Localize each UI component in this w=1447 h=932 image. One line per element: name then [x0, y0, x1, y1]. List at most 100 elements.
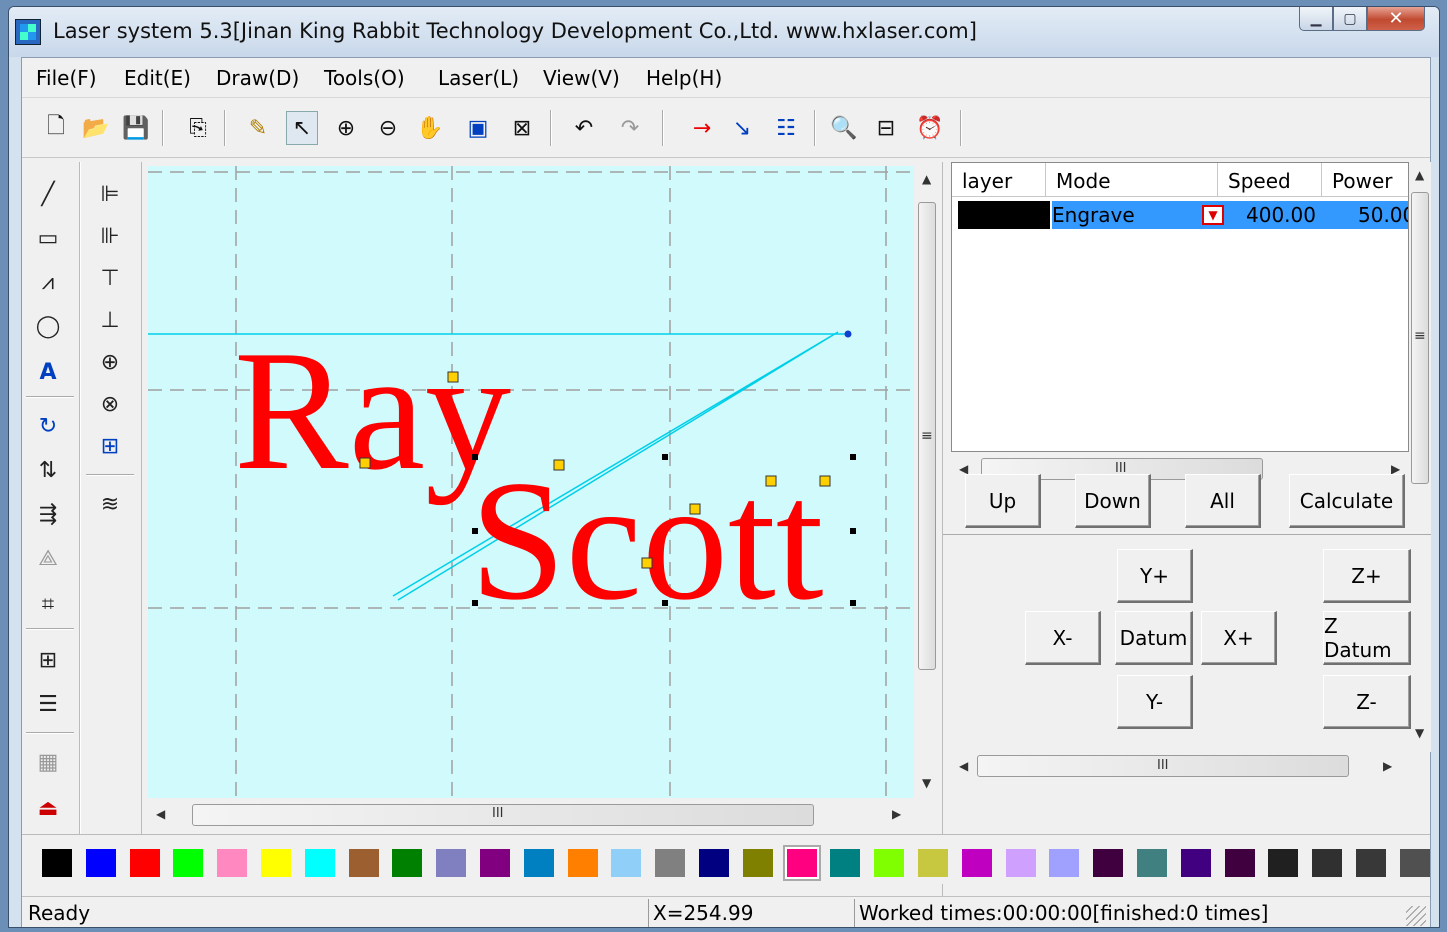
palette-color-swatch[interactable] — [129, 849, 160, 877]
layer-all-button[interactable]: All — [1185, 474, 1261, 528]
palette-color-swatch[interactable] — [961, 849, 992, 877]
rectangle-tool-icon[interactable]: ▭ — [30, 220, 66, 256]
palette-color-swatch[interactable] — [1005, 849, 1036, 877]
palette-color-swatch[interactable] — [348, 849, 379, 877]
palette-color-swatch[interactable] — [742, 849, 773, 877]
palette-color-swatch[interactable] — [874, 849, 905, 877]
rotate-tool-icon[interactable]: ↻ — [30, 408, 66, 444]
col-mode[interactable]: Mode — [1046, 163, 1218, 197]
center-vertical-icon[interactable]: ⊕ — [92, 344, 128, 380]
canvas-vertical-scrollbar[interactable]: ▲ ≡ ▼ — [916, 166, 938, 798]
z-minus-button[interactable]: Z- — [1323, 675, 1411, 729]
maximize-button[interactable]: ▢ — [1333, 7, 1367, 31]
cut-path-icon[interactable]: → — [686, 111, 718, 145]
menu-laser[interactable]: Laser(L) — [438, 66, 519, 90]
palette-color-swatch[interactable] — [699, 849, 729, 877]
redo-icon[interactable]: ↷ — [614, 111, 646, 145]
col-power[interactable]: Power — [1322, 163, 1408, 197]
y-plus-button[interactable]: Y+ — [1117, 549, 1193, 603]
pan-hand-icon[interactable]: ✋ — [414, 111, 446, 145]
palette-color-swatch[interactable] — [392, 849, 423, 877]
palette-color-swatch[interactable] — [480, 849, 510, 877]
palette-color-swatch[interactable] — [436, 849, 467, 877]
stamp-tool-icon[interactable]: ⏏ — [30, 790, 66, 826]
ellipse-tool-icon[interactable]: ◯ — [30, 308, 66, 344]
minimize-button[interactable]: ▁ — [1299, 7, 1333, 31]
text-align-icon[interactable]: ☰ — [30, 686, 66, 722]
palette-color-swatch[interactable] — [42, 849, 72, 877]
layer-row[interactable]: Engrave ▼ 400.00 50.00 — [952, 199, 1408, 229]
list-icon[interactable]: ☷ — [770, 111, 802, 145]
menu-edit[interactable]: Edit(E) — [124, 66, 191, 90]
align-right-icon[interactable]: ⊪ — [92, 218, 128, 254]
measure-icon[interactable]: ⊟ — [870, 111, 902, 145]
menu-tools[interactable]: Tools(O) — [324, 66, 405, 90]
calculate-button[interactable]: Calculate — [1289, 474, 1405, 528]
canvas-text-scott[interactable]: Scott — [470, 446, 824, 636]
z-plus-button[interactable]: Z+ — [1323, 549, 1411, 603]
palette-color-swatch[interactable] — [1093, 849, 1124, 877]
line-tool-icon[interactable]: ╱ — [30, 176, 66, 212]
axis-horizontal-scrollbar[interactable]: ◀ III ▶ — [953, 751, 1403, 781]
center-horizontal-icon[interactable]: ⊗ — [92, 386, 128, 422]
timer-icon[interactable]: ⏰ — [914, 111, 946, 145]
col-layer[interactable]: layer — [952, 163, 1046, 197]
center-both-icon[interactable]: ⊞ — [92, 428, 128, 464]
hatch-tool-icon[interactable]: ▦ — [30, 744, 66, 780]
select-arrow-icon[interactable]: ↖ — [286, 111, 318, 145]
palette-color-swatch[interactable] — [655, 849, 686, 877]
palette-color-swatch[interactable] — [523, 849, 554, 877]
palette-color-swatch[interactable] — [918, 849, 948, 877]
palette-color-swatch[interactable] — [173, 849, 204, 877]
palette-color-swatch[interactable] — [1356, 849, 1386, 877]
preview-icon[interactable]: 🔍 — [828, 111, 860, 145]
palette-color-swatch[interactable] — [304, 849, 335, 877]
palette-color-swatch[interactable] — [1137, 849, 1167, 877]
undo-icon[interactable]: ↶ — [568, 111, 600, 145]
palette-color-swatch[interactable] — [85, 849, 116, 877]
z-datum-button[interactable]: Z Datum — [1323, 611, 1411, 665]
layer-color-swatch[interactable] — [958, 201, 1050, 229]
layer-down-button[interactable]: Down — [1075, 474, 1151, 528]
open-folder-icon[interactable]: 📂 — [80, 111, 112, 145]
layer-up-button[interactable]: Up — [965, 474, 1041, 528]
polyline-tool-icon[interactable]: ⩘ — [30, 264, 66, 300]
import-icon[interactable]: ⎘ — [182, 111, 214, 145]
y-minus-button[interactable]: Y- — [1117, 675, 1193, 729]
menu-help[interactable]: Help(H) — [646, 66, 722, 90]
palette-color-swatch[interactable] — [1268, 849, 1299, 877]
align-left-icon[interactable]: ⊫ — [92, 176, 128, 212]
new-file-icon[interactable]: 🗋 — [40, 111, 72, 145]
save-icon[interactable]: 💾 — [120, 111, 152, 145]
canvas-horizontal-scrollbar[interactable]: ◀ III ▶ — [148, 800, 914, 828]
palette-color-swatch[interactable] — [611, 849, 642, 877]
x-plus-button[interactable]: X+ — [1201, 611, 1277, 665]
mode-dropdown-icon[interactable]: ▼ — [1202, 205, 1224, 225]
palette-color-swatch[interactable] — [830, 849, 861, 877]
layer-mode-cell[interactable]: Engrave ▼ 400.00 50.00 — [1052, 201, 1408, 229]
zoom-in-icon[interactable]: ⊕ — [330, 111, 362, 145]
palette-color-swatch[interactable] — [1049, 849, 1080, 877]
align-bottom-icon[interactable]: ⊥ — [92, 302, 128, 338]
fit-view-icon[interactable]: ⊠ — [506, 111, 538, 145]
align-tool-icon[interactable]: ⇶ — [30, 496, 66, 532]
x-minus-button[interactable]: X- — [1025, 611, 1101, 665]
text-tool-icon[interactable]: A — [30, 354, 66, 390]
menu-draw[interactable]: Draw(D) — [216, 66, 299, 90]
layer-list[interactable]: layer Mode Speed Power Engrave ▼ 400.00 … — [951, 162, 1409, 452]
palette-color-swatch[interactable] — [1180, 849, 1211, 877]
datum-button[interactable]: Datum — [1115, 611, 1193, 665]
line-path-icon[interactable]: ↘ — [726, 111, 758, 145]
zoom-out-icon[interactable]: ⊖ — [372, 111, 404, 145]
title-bar[interactable]: Laser system 5.3[Jinan King Rabbit Techn… — [9, 7, 1439, 57]
resize-grip-icon[interactable] — [1406, 906, 1426, 926]
palette-color-swatch[interactable] — [784, 847, 819, 879]
palette-color-swatch[interactable] — [567, 849, 598, 877]
palette-color-swatch[interactable] — [1312, 849, 1343, 877]
brush-icon[interactable]: ✎ — [242, 111, 274, 145]
align-top-icon[interactable]: ⊤ — [92, 260, 128, 296]
palette-color-swatch[interactable] — [1399, 849, 1430, 877]
close-button[interactable]: ✕ — [1367, 7, 1425, 31]
menu-view[interactable]: View(V) — [543, 66, 620, 90]
palette-color-swatch[interactable] — [217, 849, 248, 877]
